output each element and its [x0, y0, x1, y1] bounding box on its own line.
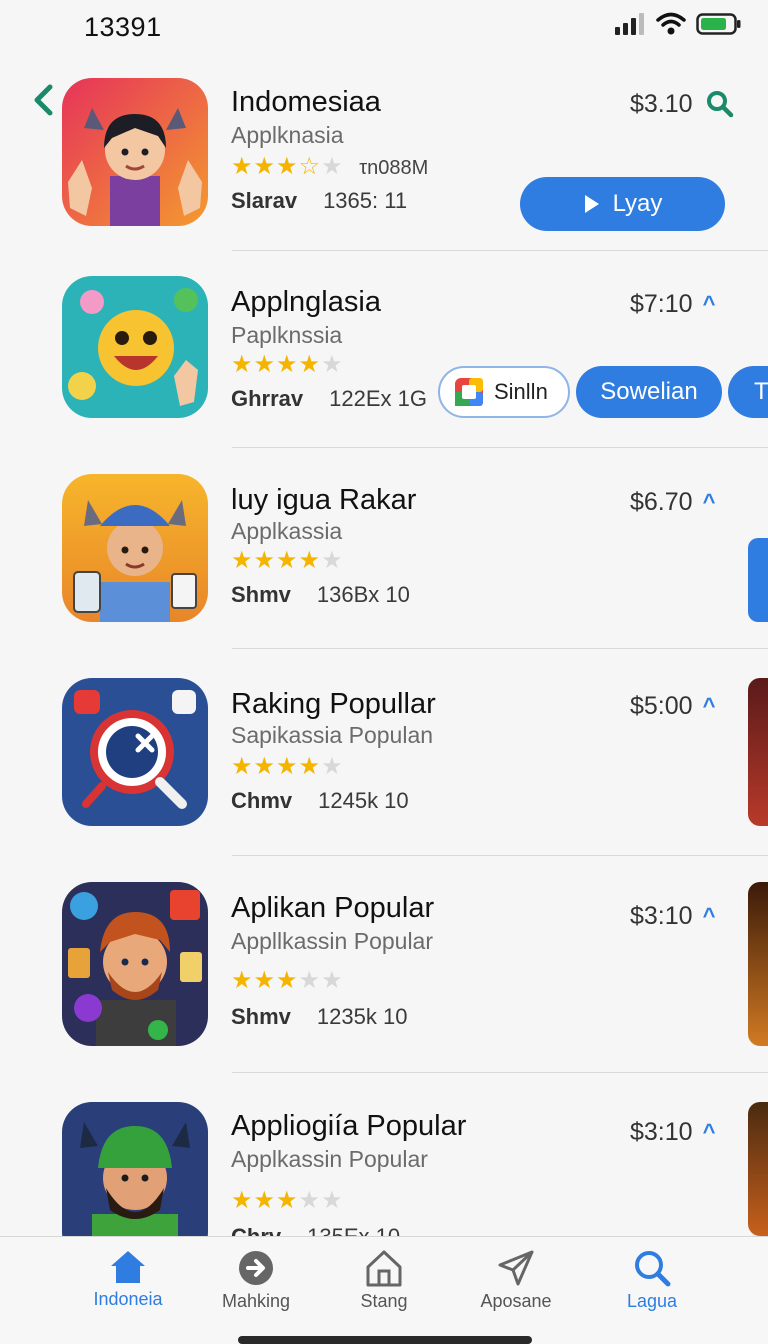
- app-icon-indomesiaa[interactable]: [62, 78, 208, 226]
- home-icon: [111, 1251, 145, 1283]
- play-icon: [584, 195, 599, 213]
- rating-stars: ★★★★★: [231, 967, 344, 994]
- rating-stars: ★★★☆★ τn088M: [231, 153, 429, 180]
- app-subtitle: Paplknssia: [231, 322, 343, 348]
- app-meta: Ghrrav 122Ex 1G: [231, 386, 427, 411]
- app-list-item[interactable]: Applnglasia Paplknssia ★★★★★ Ghrrav 122Ex…: [0, 276, 768, 476]
- tab-aposane[interactable]: Aposane: [456, 1249, 576, 1312]
- chevron-up-icon[interactable]: ^: [703, 1119, 716, 1145]
- app-price: $3.10: [630, 90, 693, 118]
- tab-indoneia[interactable]: Indoneia: [68, 1249, 188, 1310]
- app-list-item[interactable]: Aplikan Popular Appllkassin Popular ★★★★…: [0, 882, 768, 1082]
- rating-stars: ★★★★★: [231, 547, 344, 574]
- app-price: $3:10 ^: [630, 902, 716, 930]
- app-meta: Slarav 1365: 11: [231, 188, 408, 213]
- divider: [232, 250, 768, 251]
- chevron-up-icon[interactable]: ^: [703, 903, 716, 929]
- app-meta: Chmv 1245k 10: [231, 788, 409, 813]
- arrow-circle-icon: [239, 1251, 273, 1285]
- app-price: $7:10 ^: [630, 290, 716, 318]
- app-subtitle: Applknasia: [231, 122, 344, 148]
- rating-stars: ★★★★★: [231, 753, 344, 780]
- tab-lagua[interactable]: Lagua: [592, 1249, 712, 1312]
- app-icon-appliogiia-popular[interactable]: [62, 1102, 208, 1236]
- send-icon: [498, 1250, 534, 1286]
- app-list-item[interactable]: Appliogiía Popular Applkassin Popular ★★…: [0, 1102, 768, 1236]
- signin-button[interactable]: Sinlln: [438, 366, 570, 418]
- status-time: 13391: [84, 12, 162, 42]
- app-list-item[interactable]: Indomesiaa Applknasia ★★★☆★ τn088M Slara…: [0, 78, 768, 278]
- divider: [232, 1072, 768, 1073]
- divider: [232, 648, 768, 649]
- app-price: $6.70 ^: [630, 488, 716, 516]
- app-list-item[interactable]: luy igua Rakar Applkassia ★★★★★ Shmv 136B…: [0, 474, 768, 674]
- partial-action-button[interactable]: [748, 538, 768, 622]
- tab-bar: Indoneia Mahking Stang Aposane Lagua: [0, 1236, 768, 1344]
- chevron-up-icon[interactable]: ^: [703, 693, 716, 719]
- status-icons: [614, 12, 742, 36]
- tab-mahking[interactable]: Mahking: [196, 1249, 316, 1312]
- download-button[interactable]: Sowelian: [576, 366, 722, 418]
- app-subtitle: Sapikassia Populan: [231, 722, 434, 748]
- app-price: $5:00 ^: [630, 692, 716, 720]
- app-icon-raking-popullar[interactable]: [62, 678, 208, 826]
- chevron-up-icon[interactable]: ^: [703, 291, 716, 317]
- play-button[interactable]: Lyay: [520, 177, 725, 231]
- app-meta: Shmv 1235k 10: [231, 1004, 408, 1029]
- divider: [232, 855, 768, 856]
- app-price: $3:10 ^: [630, 1118, 716, 1146]
- rating-stars: ★★★★★: [231, 1187, 344, 1214]
- next-app-preview[interactable]: [748, 1102, 768, 1236]
- app-subtitle: Appllkassin Popular: [231, 928, 434, 954]
- app-icon-aplikan-popular[interactable]: [62, 882, 208, 1046]
- divider: [232, 447, 768, 448]
- google-icon: [455, 378, 483, 406]
- signal-icon: [615, 13, 644, 35]
- app-subtitle: Applkassia: [231, 518, 343, 544]
- app-list-item[interactable]: Raking Popullar Sapikassia Populan ★★★★★…: [0, 678, 768, 878]
- more-button[interactable]: T: [728, 366, 768, 418]
- search-icon: [635, 1251, 671, 1287]
- app-icon-luy-igua-rakar[interactable]: [62, 474, 208, 622]
- wifi-icon: [656, 12, 686, 35]
- search-icon[interactable]: [706, 90, 734, 118]
- app-title[interactable]: Indomesiaa: [231, 86, 381, 119]
- next-app-preview[interactable]: [748, 678, 768, 826]
- app-title[interactable]: luy igua Rakar: [231, 484, 416, 517]
- chevron-up-icon[interactable]: ^: [703, 489, 716, 515]
- rating-stars: ★★★★★: [231, 351, 344, 378]
- app-subtitle: Applkassin Popular: [231, 1146, 428, 1172]
- app-title[interactable]: Applnglasia: [231, 286, 381, 319]
- app-title[interactable]: Raking Popullar: [231, 688, 436, 721]
- battery-icon: [696, 13, 741, 35]
- tab-stang[interactable]: Stang: [324, 1249, 444, 1312]
- app-title[interactable]: Appliogiía Popular: [231, 1110, 466, 1143]
- app-meta: Chrv135Ex 10: [231, 1224, 400, 1236]
- store-icon: [366, 1250, 402, 1287]
- next-app-preview[interactable]: [748, 882, 768, 1046]
- status-bar: 13391: [0, 0, 768, 56]
- app-meta: Shmv 136Bx 10: [231, 582, 410, 607]
- home-indicator: [238, 1336, 532, 1344]
- app-icon-applnglasia[interactable]: [62, 276, 208, 418]
- rating-count: τn088M: [359, 157, 429, 179]
- app-title[interactable]: Aplikan Popular: [231, 892, 434, 925]
